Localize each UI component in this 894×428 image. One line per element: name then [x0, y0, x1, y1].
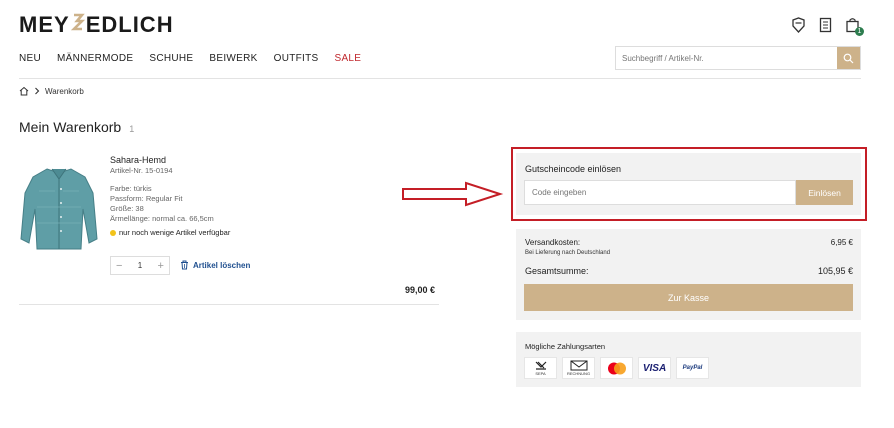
- quantity-stepper: − 1 +: [110, 256, 170, 275]
- shipping-note: Bei Lieferung nach Deutschland: [525, 250, 611, 256]
- search-input[interactable]: [616, 47, 837, 69]
- product-info: Sahara-Hemd Artikel-Nr. 15-0194 Farbe: t…: [110, 155, 230, 238]
- nav-item-schuhe[interactable]: SCHUHE: [149, 53, 193, 64]
- payment-methods-list: SEPA RECHNUNG VISA PayPal: [524, 357, 709, 379]
- nav-item-beiwerk[interactable]: BEIWERK: [209, 53, 257, 64]
- invoice-label: RECHNUNG: [566, 371, 591, 376]
- paypal-payment: PayPal: [676, 357, 709, 379]
- paypal-label: PayPal: [682, 365, 703, 371]
- logo-mark-icon: [70, 12, 85, 38]
- product-article-number: Artikel-Nr. 15-0194: [110, 166, 173, 175]
- envelope-icon: [570, 360, 587, 371]
- total-value: 105,95 €: [817, 266, 853, 276]
- nav-item-maennermode[interactable]: MÄNNERMODE: [57, 53, 133, 64]
- visa-label: VISA: [642, 362, 667, 374]
- product-size: Größe: 38: [110, 204, 144, 213]
- availability-dot-icon: [110, 230, 116, 236]
- breadcrumb-current[interactable]: Warenkorb: [45, 87, 84, 96]
- item-price: 99,00 €: [405, 285, 436, 295]
- header-divider: [19, 78, 861, 79]
- home-icon[interactable]: [19, 86, 29, 96]
- breadcrumb: Warenkorb: [19, 86, 84, 96]
- nav-item-sale[interactable]: SALE: [334, 53, 361, 64]
- quantity-decrease-button[interactable]: −: [116, 260, 122, 272]
- chevron-right-icon: [35, 87, 40, 95]
- wishlist-icon[interactable]: [818, 17, 833, 33]
- product-color: Farbe: türkis: [110, 184, 152, 193]
- cart-item-count: 1: [129, 124, 135, 134]
- account-icon[interactable]: [791, 17, 806, 33]
- total-label: Gesamtsumme:: [525, 266, 589, 276]
- page-title: Mein Warenkorb 1: [19, 119, 134, 135]
- main-nav: NEU MÄNNERMODE SCHUHE BEIWERK OUTFITS SA…: [19, 53, 361, 64]
- shipping-value: 6,95 €: [830, 238, 853, 247]
- product-image[interactable]: [19, 163, 99, 253]
- search-button[interactable]: [837, 47, 860, 69]
- product-fit: Passform: Regular Fit: [110, 194, 183, 203]
- quantity-value[interactable]: 1: [138, 261, 142, 270]
- search-bar: [615, 46, 861, 70]
- voucher-redeem-button[interactable]: Einlösen: [796, 180, 853, 205]
- search-icon: [843, 53, 854, 63]
- quantity-increase-button[interactable]: +: [158, 260, 164, 272]
- availability-text: nur noch wenige Artikel verfügbar: [119, 228, 231, 237]
- invoice-payment: RECHNUNG: [562, 357, 595, 379]
- cart-count-badge: 1: [855, 27, 864, 36]
- trash-icon: [181, 260, 188, 270]
- availability-notice: nur noch wenige Artikel verfügbar: [110, 228, 230, 238]
- sepa-label: SEPA: [535, 371, 546, 376]
- annotation-arrow-icon: [402, 181, 504, 207]
- page-title-text: Mein Warenkorb: [19, 119, 122, 135]
- item-divider: [19, 304, 439, 305]
- product-sleeve-length: Ärmellänge: normal ca. 66,5cm: [110, 214, 214, 223]
- shipping-label: Versandkosten:: [525, 238, 581, 247]
- nav-item-outfits[interactable]: OUTFITS: [274, 53, 319, 64]
- delete-item-label: Artikel löschen: [193, 260, 251, 270]
- payment-methods-label: Mögliche Zahlungsarten: [525, 342, 606, 351]
- checkout-button[interactable]: Zur Kasse: [524, 284, 853, 311]
- delete-item-button[interactable]: Artikel löschen: [180, 260, 250, 270]
- brand-logo[interactable]: MEY EDLICH: [19, 12, 174, 38]
- cart-icon[interactable]: 1: [845, 17, 864, 36]
- logo-text-left: MEY: [19, 12, 70, 37]
- logo-text-right: EDLICH: [85, 12, 174, 37]
- sepa-payment: SEPA: [524, 357, 557, 379]
- product-name[interactable]: Sahara-Hemd: [110, 155, 230, 165]
- nav-item-neu[interactable]: NEU: [19, 53, 41, 64]
- sepa-icon: [535, 361, 546, 370]
- voucher-code-input[interactable]: [525, 181, 795, 204]
- visa-payment: VISA: [638, 357, 671, 379]
- mastercard-payment: [600, 357, 633, 379]
- voucher-field: [524, 180, 796, 205]
- voucher-label: Gutscheincode einlösen: [525, 164, 622, 174]
- mastercard-icon: [607, 362, 626, 374]
- header-icons: 1: [791, 17, 864, 36]
